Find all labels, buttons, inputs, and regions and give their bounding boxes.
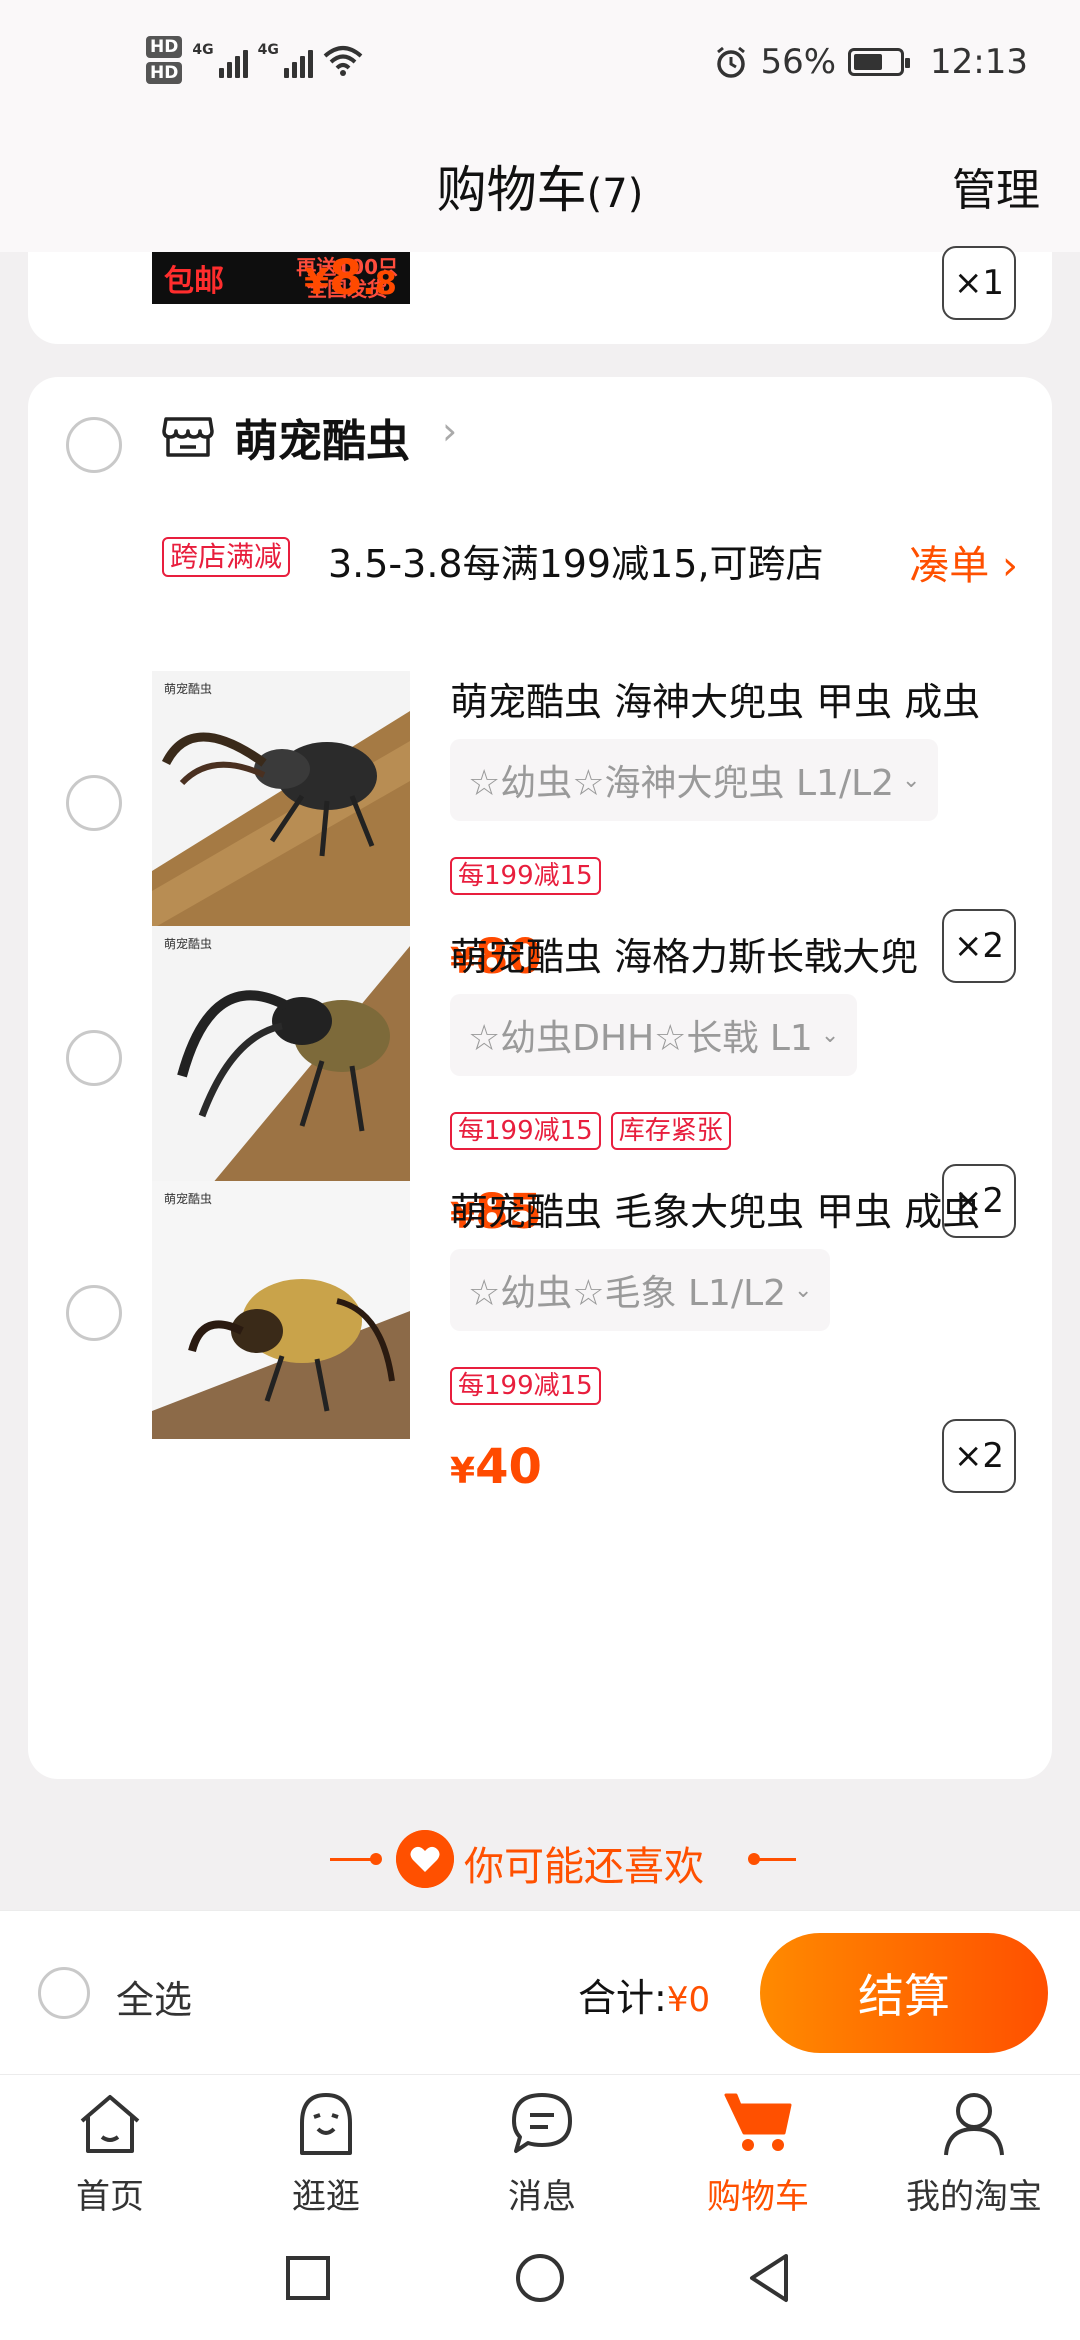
chevron-down-icon: ⌄ [820,1022,840,1048]
shop-name[interactable]: 萌宠酷虫 [234,405,410,469]
beetle-photo: 萌宠酷虫 [152,671,410,929]
tab-messages[interactable]: 消息 [434,2075,650,2225]
chevron-down-icon: ⌄ [794,1277,813,1303]
item-title[interactable]: 萌宠酷虫 毛象大兜虫 甲虫 成虫 [450,1181,980,1236]
alarm-icon [717,46,746,78]
manage-button[interactable]: 管理 [952,154,1040,218]
system-nav-bar [0,2224,1080,2340]
item-title[interactable]: 萌宠酷虫 海神大兜虫 甲虫 成虫 [450,671,980,726]
svg-text:萌宠酷虫: 萌宠酷虫 [164,1191,212,1206]
battery-icon [848,48,911,76]
tab-label: 逛逛 [292,2177,360,2217]
clock: 12:13 [930,42,1028,82]
product-thumbnail[interactable]: 萌宠酷虫 [152,671,410,929]
signal-1-icon: 4G [192,42,248,78]
product-thumbnail[interactable]: 萌宠酷虫 [152,926,410,1184]
tab-label: 首页 [76,2177,144,2217]
beetle-photo: 萌宠酷虫 [152,1181,410,1439]
discount-tag: 跨店满减 [162,537,291,577]
home-icon [80,2095,140,2153]
signal-2-icon: 4G [258,42,313,78]
beetle-photo: 萌宠酷虫 [152,926,410,1184]
sku-selector[interactable]: ☆幼虫☆毛象 L1/L2 ⌄ [450,1249,831,1331]
shop-header: 萌宠酷虫 › [28,377,1052,487]
shop-card: 萌宠酷虫 › 跨店满减 3.5-3.8每满199减15,可跨店 凑单 › 萌宠酷… [28,377,1052,1779]
cart-count: (7) [586,171,644,217]
item-title[interactable]: 萌宠酷虫 海格力斯长戟大兜 [450,926,918,981]
bottom-tab-bar: 首页 逛逛 消息 购物车 我的淘宝 [0,2074,1080,2224]
sku-text: ☆幼虫☆海神大兜虫 L1/L2 [468,763,895,804]
product-thumbnail[interactable]: 萌宠酷虫 [152,1181,410,1439]
chevron-right-icon[interactable]: › [442,409,457,453]
wifi-icon [323,46,363,76]
back-icon[interactable] [740,2248,800,2308]
cart-icon [724,2093,792,2151]
tab-label: 购物车 [707,2177,809,2217]
tab-discover[interactable]: 逛逛 [218,2075,434,2225]
hd1-badge: HD [146,36,183,58]
battery-percent: 56% [760,42,837,82]
previous-item-card: 包邮 再送100只 全国发货 ¥8.8 ×1 [28,246,1052,344]
checkout-button[interactable]: 结算 [760,1933,1048,2053]
checkout-bar: 全选 合计:¥0 结算 [0,1910,1080,2074]
item-tags: 每199减15 [450,1367,601,1405]
home-nav-icon[interactable] [510,2248,570,2308]
select-all-checkbox[interactable] [38,1967,90,2019]
quantity-button[interactable]: ×1 [942,246,1016,320]
promo-tag: 每199减15 [450,857,601,895]
tab-label: 我的淘宝 [906,2177,1042,2217]
sku-text: ☆幼虫☆毛象 L1/L2 [468,1273,787,1314]
sku-selector[interactable]: ☆幼虫☆海神大兜虫 L1/L2 ⌄ [450,739,939,821]
status-bar: HD HD 4G 4G 56% 12:13 [0,0,1080,130]
tab-profile[interactable]: 我的淘宝 [866,2075,1080,2225]
hd2-badge: HD [146,62,183,84]
recents-icon[interactable] [278,2248,338,2308]
page-title: 购物车(7) [0,150,1080,222]
header: 购物车(7) 管理 [0,130,1080,252]
status-left: HD HD 4G 4G [146,36,363,84]
discount-text: 3.5-3.8每满199减15,可跨店 [328,542,824,586]
heart-icon [396,1830,454,1888]
page-title-text: 购物车 [436,161,587,219]
profile-icon [944,2093,1004,2156]
cross-store-discount: 跨店满减 3.5-3.8每满199减15,可跨店 凑单 › [28,525,1052,589]
tab-label: 消息 [508,2177,576,2217]
promo-image-text: 包邮 [164,264,224,299]
add-items-link[interactable]: 凑单 › [909,533,1018,591]
total-price: 合计:¥0 [578,1976,711,2020]
low-stock-tag: 库存紧张 [610,1112,731,1150]
select-all-label[interactable]: 全选 [116,1969,192,2024]
item-select-checkbox[interactable] [66,775,122,831]
promo-tag: 每199减15 [450,1367,601,1405]
sku-selector[interactable]: ☆幼虫DHH☆长戟 L1 ⌄ [450,994,858,1076]
sku-text: ☆幼虫DHH☆长戟 L1 [468,1018,813,1059]
shop-select-checkbox[interactable] [66,417,122,473]
recommend-divider: 你可能还喜欢 [0,1830,1080,1890]
tab-cart[interactable]: 购物车 [650,2075,866,2225]
store-icon [162,417,214,457]
message-icon [512,2093,572,2153]
cart-item: 萌宠酷虫 萌宠酷虫 毛象大兜虫 甲虫 成虫 ☆幼虫☆毛象 L1/L2 ⌄ 每19… [28,1181,1052,1521]
chevron-down-icon: ⌄ [902,767,921,793]
item-tags: 每199减15 [450,857,601,895]
promo-tag: 每199减15 [450,1112,601,1150]
discover-icon [300,2093,352,2155]
item-price: ¥40 [450,1439,542,1495]
recommend-label: 你可能还喜欢 [464,1844,704,1890]
item-select-checkbox[interactable] [66,1030,122,1086]
item-select-checkbox[interactable] [66,1285,122,1341]
svg-text:萌宠酷虫: 萌宠酷虫 [164,681,212,696]
tab-home[interactable]: 首页 [2,2075,218,2225]
item-tags: 每199减15 库存紧张 [450,1112,731,1150]
quantity-button[interactable]: ×2 [942,1419,1016,1493]
status-right: 56% 12:13 [714,42,1028,82]
svg-text:萌宠酷虫: 萌宠酷虫 [164,936,212,951]
item-price: ¥8.8 [304,250,397,306]
